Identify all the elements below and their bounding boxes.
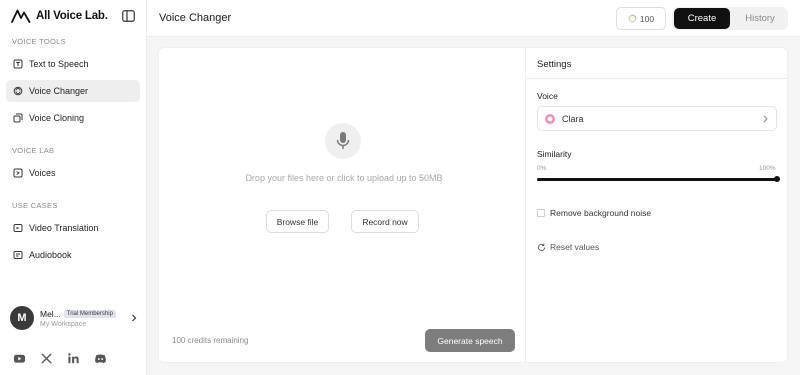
avatar: M: [10, 306, 34, 330]
similarity-label: Similarity: [537, 149, 572, 159]
sidebar: All Voice Lab. VOICE TOOLS Text to Speec…: [0, 0, 147, 375]
social-links: [12, 351, 120, 365]
voice-cloning-icon: [13, 113, 23, 123]
remove-noise-label: Remove background noise: [550, 208, 652, 218]
credits-icon: [628, 14, 637, 23]
sidebar-item-voice-changer[interactable]: Voice Changer: [6, 80, 140, 102]
credits-remaining: 100 credits remaining: [172, 336, 249, 345]
top-bar: Voice Changer 100 Create History: [147, 0, 800, 37]
video-translation-icon: [13, 223, 23, 233]
x-icon[interactable]: [39, 351, 53, 365]
remove-noise-checkbox[interactable]: [537, 209, 545, 217]
voice-avatar-icon: [545, 113, 555, 124]
voice-changer-icon: [13, 86, 23, 96]
youtube-icon[interactable]: [12, 351, 26, 365]
sidebar-item-label: Voice Changer: [29, 86, 89, 96]
sidebar-item-video-translation[interactable]: Video Translation: [6, 217, 140, 239]
user-info: Mel... Trial Membership My Workspace: [40, 309, 130, 328]
discord-icon[interactable]: [93, 351, 107, 365]
remove-noise-option[interactable]: Remove background noise: [537, 208, 651, 218]
text-to-speech-icon: [13, 59, 23, 69]
settings-panel: Settings Voice Clara Similarity 0% 100% …: [525, 47, 788, 363]
tab-history[interactable]: History: [732, 8, 788, 29]
page-title: Voice Changer: [159, 12, 232, 24]
sidebar-item-voices[interactable]: Voices: [6, 162, 140, 184]
section-label-voice-lab: VOICE LAB: [12, 146, 55, 155]
section-label-use-cases: USE CASES: [12, 201, 58, 210]
reset-icon: [537, 243, 546, 251]
similarity-slider-thumb[interactable]: [774, 176, 780, 182]
trial-membership-badge: Trial Membership: [63, 309, 116, 318]
similarity-slider-fill: [537, 178, 777, 181]
chevron-right-icon: [763, 115, 768, 123]
workspace-name: My Workspace: [40, 320, 87, 328]
linkedin-icon[interactable]: [66, 351, 80, 365]
settings-title: Settings: [537, 59, 572, 70]
sidebar-item-label: Voices: [29, 168, 56, 178]
generate-speech-button[interactable]: Generate speech: [425, 329, 515, 352]
sidebar-toggle-icon[interactable]: [122, 9, 135, 22]
credits-button[interactable]: 100: [616, 7, 666, 30]
reset-values-button[interactable]: Reset values: [537, 242, 599, 252]
upload-panel[interactable]: Drop your files here or click to upload …: [158, 47, 525, 363]
sidebar-item-label: Voice Cloning: [29, 113, 85, 123]
similarity-min: 0%: [537, 165, 547, 172]
sidebar-item-label: Video Translation: [29, 223, 99, 233]
similarity-slider[interactable]: [537, 176, 780, 182]
user-menu[interactable]: M Mel... Trial Membership My Workspace: [10, 305, 138, 331]
section-label-voice-tools: VOICE TOOLS: [12, 37, 66, 46]
voice-select[interactable]: Clara: [537, 106, 777, 131]
similarity-max: 100%: [759, 165, 776, 172]
sidebar-item-audiobook[interactable]: Audiobook: [6, 244, 140, 266]
brand-logo[interactable]: All Voice Lab.: [11, 8, 108, 24]
user-name: Mel...: [40, 308, 61, 319]
settings-header: Settings: [526, 48, 787, 79]
browse-file-button[interactable]: Browse file: [266, 210, 329, 233]
sidebar-item-label: Text to Speech: [29, 59, 89, 69]
reset-values-label: Reset values: [550, 242, 600, 252]
logo-icon: [11, 9, 31, 23]
chevron-right-icon: [132, 314, 137, 322]
microphone-icon[interactable]: [325, 123, 361, 159]
tab-create[interactable]: Create: [674, 8, 730, 29]
sidebar-item-text-to-speech[interactable]: Text to Speech: [6, 53, 140, 75]
voice-name: Clara: [562, 113, 584, 124]
voice-label: Voice: [537, 91, 558, 101]
voices-icon: [13, 168, 23, 178]
credits-count: 100: [639, 13, 655, 24]
sidebar-item-label: Audiobook: [29, 250, 72, 260]
drop-instructions: Drop your files here or click to upload …: [245, 173, 443, 183]
brand-name: All Voice Lab.: [36, 10, 108, 22]
record-now-button[interactable]: Record now: [351, 210, 419, 233]
mode-tabs: Create History: [672, 7, 788, 30]
audiobook-icon: [13, 250, 23, 260]
sidebar-item-voice-cloning[interactable]: Voice Cloning: [6, 107, 140, 129]
